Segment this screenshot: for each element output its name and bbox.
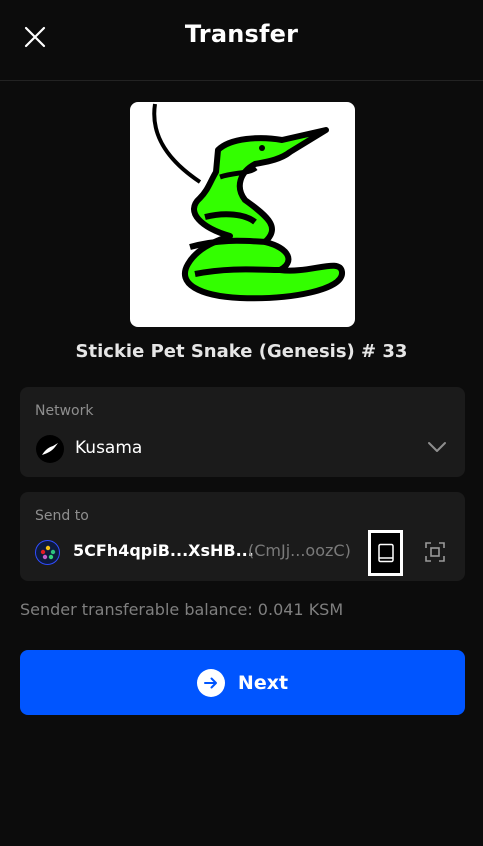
recipient-alias: (CmJj...oozC) (248, 541, 351, 560)
network-selector[interactable]: Network Kusama (20, 387, 465, 477)
chevron-down-icon[interactable] (427, 440, 447, 454)
send-to-field: Send to 5CFh4qpiB...XsHB... (CmJj...oozC… (20, 492, 465, 581)
network-label: Network (35, 403, 94, 419)
scan-qr-button[interactable] (423, 540, 447, 564)
send-to-label: Send to (35, 508, 89, 524)
address-book-icon[interactable] (377, 543, 395, 563)
kusama-bird-icon (36, 435, 64, 463)
header: Transfer (0, 0, 483, 81)
recipient-address[interactable]: 5CFh4qpiB...XsHB... (73, 541, 254, 560)
address-book-button[interactable] (368, 530, 403, 576)
transferable-balance: Sender transferable balance: 0.041 KSM (20, 600, 344, 619)
next-button[interactable]: Next (20, 650, 465, 715)
snake-illustration (152, 103, 345, 302)
nft-image (130, 102, 355, 327)
page-title: Transfer (184, 20, 299, 48)
scan-qr-icon[interactable] (425, 542, 445, 562)
nft-name: Stickie Pet Snake (Genesis) # 33 (75, 341, 408, 362)
next-button-label: Next (237, 671, 289, 694)
avatar (35, 540, 60, 565)
arrow-right-icon (196, 668, 225, 697)
network-value: Kusama (75, 438, 143, 458)
